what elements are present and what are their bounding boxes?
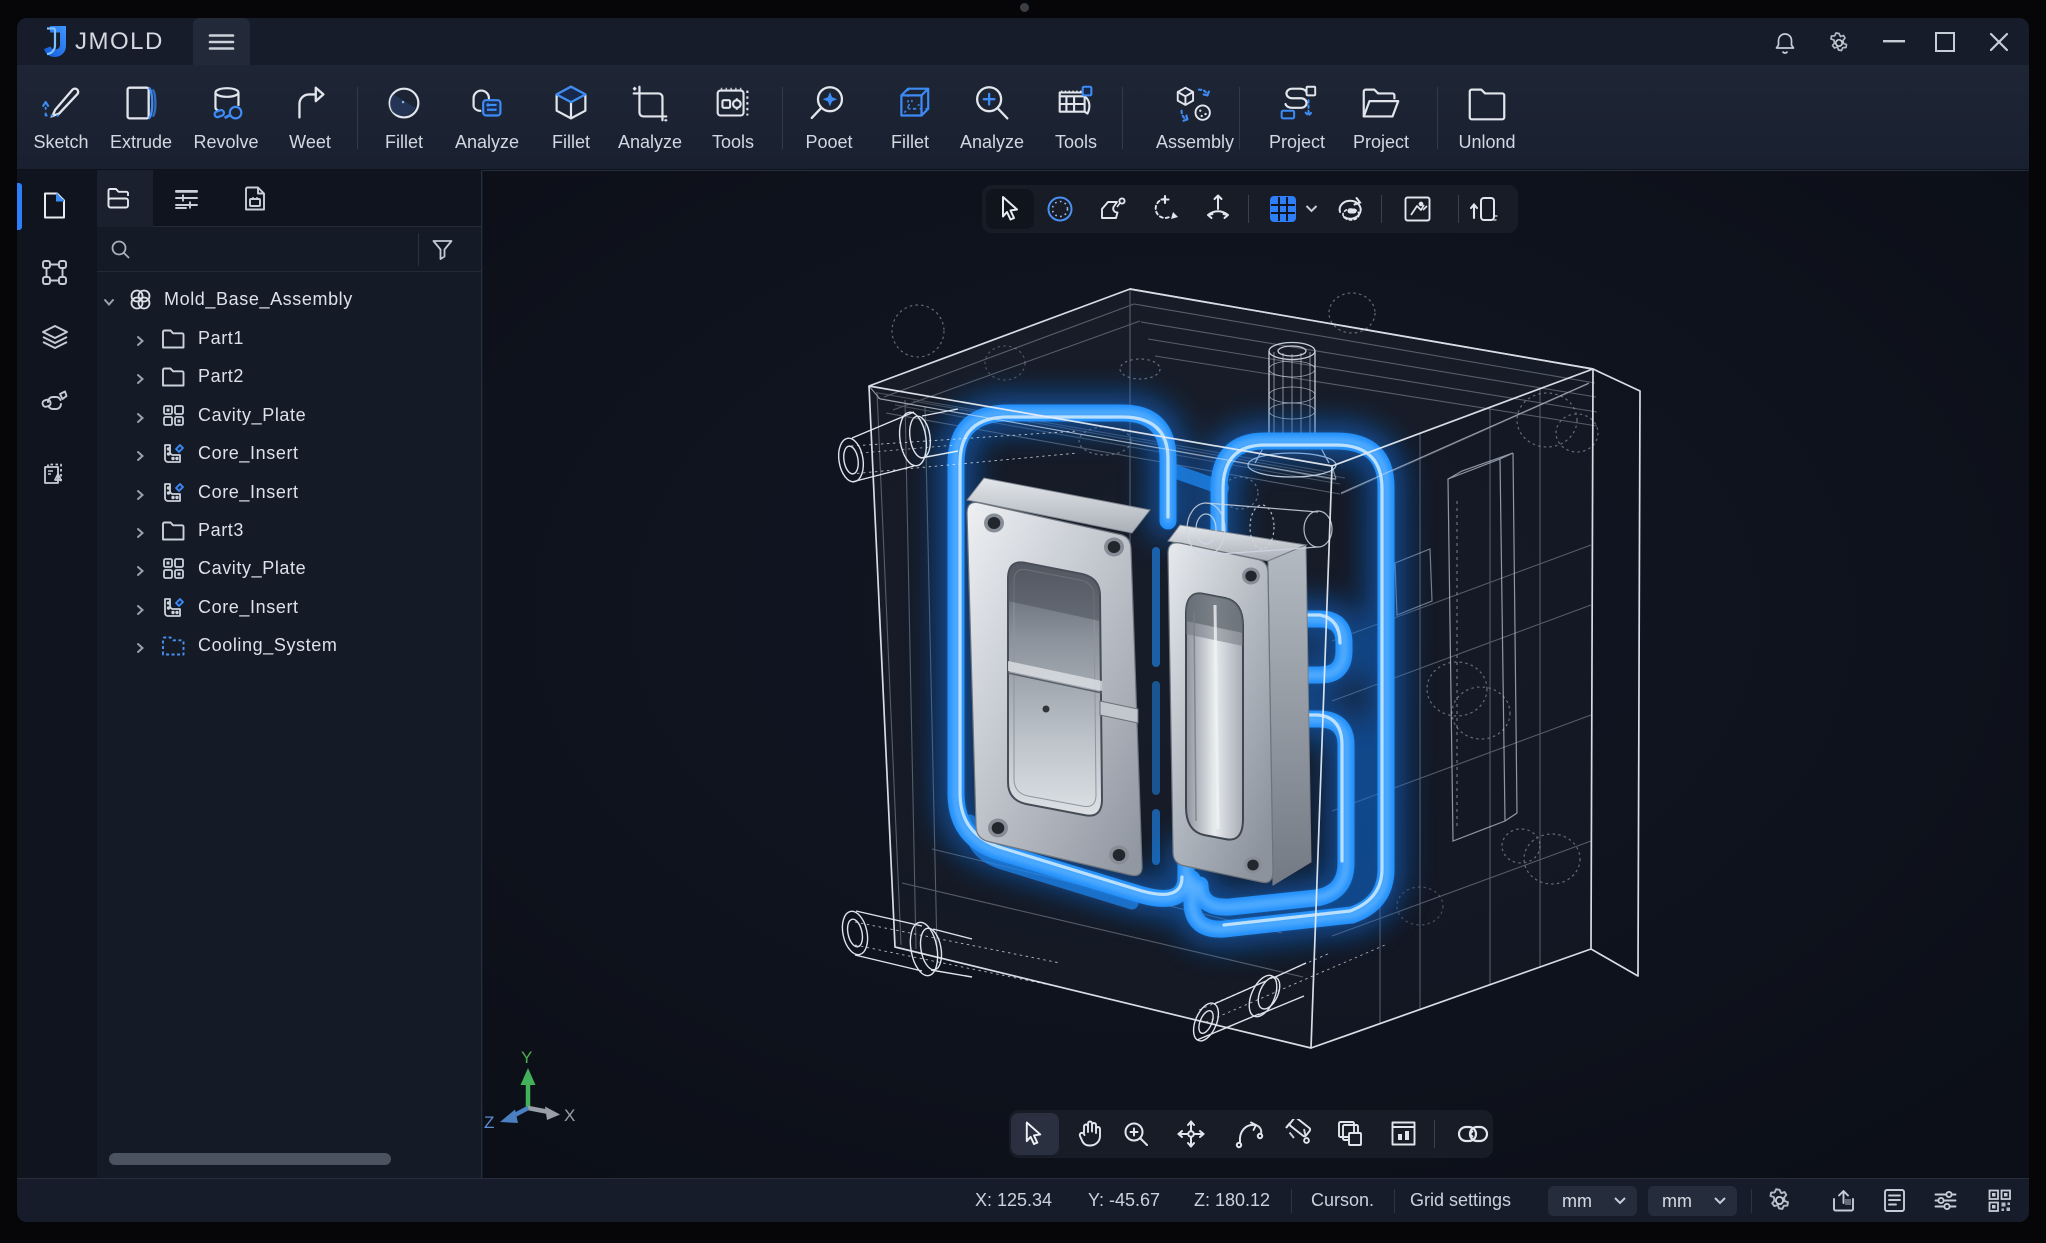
svg-text:Y: Y: [521, 1048, 532, 1067]
svg-text:X: X: [564, 1106, 575, 1125]
svg-text:Z: Z: [484, 1113, 494, 1132]
